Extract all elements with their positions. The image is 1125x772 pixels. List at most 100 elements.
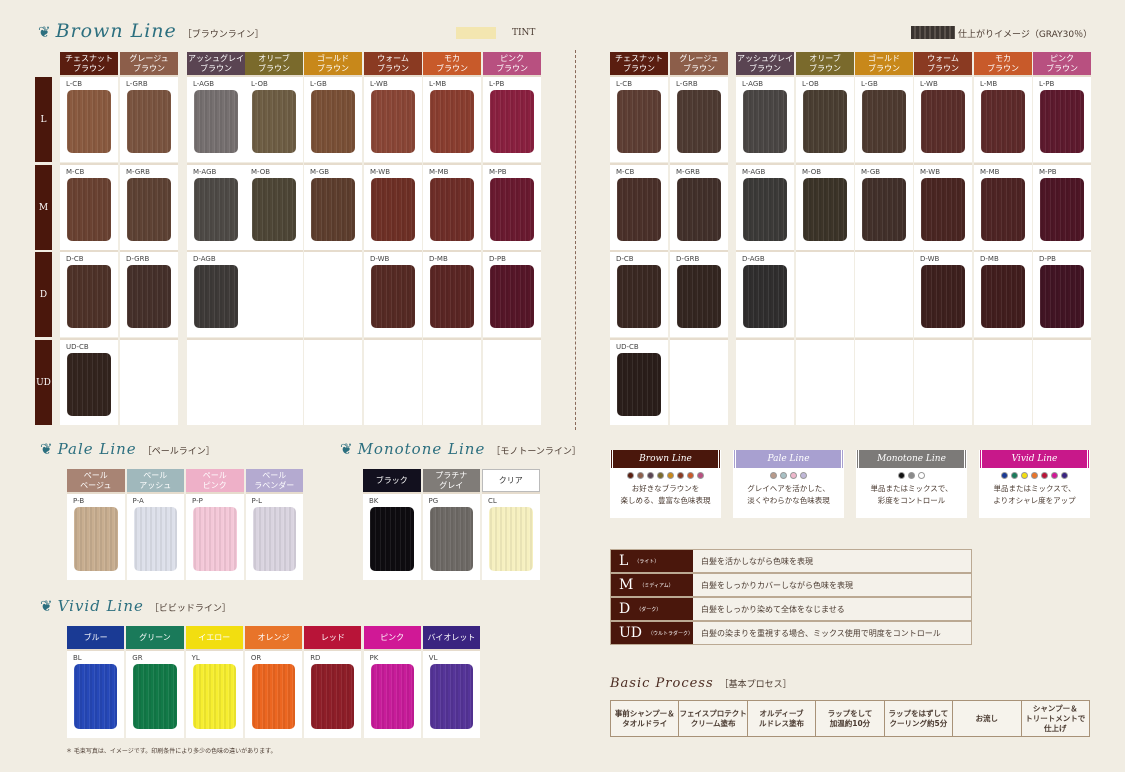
- swatch-code: M-AGB: [742, 168, 766, 176]
- hair-swatch: [862, 90, 906, 153]
- column-header: ゴールド ブラウン: [855, 52, 913, 75]
- swatch-cell: L-GB: [855, 75, 913, 162]
- hair-swatch: [194, 178, 238, 241]
- column-header: オリーブ ブラウン: [245, 52, 303, 75]
- color-dot: [697, 472, 704, 479]
- line-card: Pale Line グレイヘアを活かした、 淡くやわらかな色味表現: [733, 450, 844, 518]
- hair-swatch: [430, 178, 474, 241]
- hair-swatch: [133, 664, 177, 729]
- row-label-L: L: [35, 77, 52, 162]
- color-dot: [687, 472, 694, 479]
- swatch-code: M-MB: [429, 168, 449, 176]
- level-description: 白髪をしっかり染めて全体をなじませる: [701, 604, 845, 614]
- column-header: ペール ベージュ: [67, 469, 125, 492]
- hair-swatch: [67, 265, 111, 328]
- swatch-cell: P-A: [126, 492, 184, 580]
- monotone-line-title: ❦ Monotone Line ［モノトーンライン］: [340, 440, 581, 458]
- swatch-cell: [483, 338, 541, 425]
- swatch-cell: CL: [482, 492, 540, 580]
- level-key: D （ダーク）: [611, 598, 693, 620]
- color-dot: [677, 472, 684, 479]
- color-dots: [733, 472, 844, 479]
- column-header: チェスナット ブラウン: [60, 52, 118, 75]
- hair-swatch: [74, 507, 118, 571]
- hair-swatch: [67, 353, 111, 416]
- hair-swatch: [74, 664, 118, 729]
- gray-swatch: [911, 26, 955, 39]
- swatch-cell: L-CB: [610, 75, 668, 162]
- hair-swatch: [921, 90, 965, 153]
- gray-label: 仕上がりイメージ（GRAY30％）: [958, 30, 1093, 40]
- swatch-code: L-MB: [429, 80, 447, 88]
- subtitle: ［モノトーンライン］: [491, 447, 581, 457]
- level-letter: D: [619, 601, 631, 617]
- column-header: ペール アッシュ: [126, 469, 184, 492]
- swatch-cell: D-WB: [914, 250, 972, 337]
- process-step: オルディーブ ルドレス塗布: [748, 701, 817, 736]
- column-header: モカ ブラウン: [423, 52, 481, 75]
- swatch-code: M-OB: [802, 168, 822, 176]
- swatch-code: OR: [250, 654, 262, 662]
- hair-swatch: [252, 178, 296, 241]
- column-header: チェスナット ブラウン: [610, 52, 668, 75]
- hair-swatch: [803, 90, 847, 153]
- color-dot: [908, 472, 915, 479]
- column-header: ブルー: [67, 626, 125, 649]
- swatch-cell: M-WB: [364, 163, 422, 250]
- hair-swatch: [252, 90, 296, 153]
- leaf-icon: ❦: [340, 440, 354, 458]
- hair-swatch: [194, 265, 238, 328]
- swatch-cell: [670, 338, 728, 425]
- swatch-cell: P-B: [67, 492, 125, 580]
- swatch-cell: L-GRB: [120, 75, 178, 162]
- hair-swatch: [127, 265, 171, 328]
- column-header: ピンク ブラウン: [483, 52, 541, 75]
- swatch-cell: D-GRB: [670, 250, 728, 337]
- swatch-code: L-GB: [861, 80, 878, 88]
- swatch-cell: L-OB: [245, 75, 303, 162]
- process-step: フェイスプロテクト クリーム塗布: [679, 701, 748, 736]
- hair-swatch: [677, 178, 721, 241]
- swatch-code: D-GRB: [676, 255, 700, 263]
- level-reading: （ウルトラダーク）: [648, 630, 694, 637]
- level-key: M （ミディアム）: [611, 574, 693, 596]
- swatch-cell: [187, 338, 245, 425]
- hair-swatch: [490, 265, 534, 328]
- swatch-code: VL: [428, 654, 438, 662]
- swatch-cell: M-AGB: [187, 163, 245, 250]
- card-title: Vivid Line: [979, 450, 1090, 468]
- swatch-code: UD-CB: [66, 343, 89, 351]
- hair-swatch: [429, 507, 473, 571]
- swatch-cell: D-MB: [974, 250, 1032, 337]
- swatch-cell: [423, 338, 481, 425]
- swatch-cell: OR: [244, 649, 303, 738]
- color-dot: [1011, 472, 1018, 479]
- column-header: オリーブ ブラウン: [796, 52, 854, 75]
- color-dot: [770, 472, 777, 479]
- vivid-line-title: ❦ Vivid Line ［ビビッドライン］: [40, 597, 231, 615]
- leaf-icon: ❦: [40, 597, 54, 615]
- swatch-code: P-P: [192, 497, 203, 505]
- hair-swatch: [371, 178, 415, 241]
- subtitle: ［基本プロセス］: [719, 680, 792, 690]
- column-header: ペール ラベンダー: [245, 469, 303, 492]
- swatch-cell: PG: [422, 492, 480, 580]
- level-key: L （ライト）: [611, 550, 693, 572]
- hair-swatch: [192, 664, 236, 729]
- process-step: 事前シャンプー＆ タオルドライ: [611, 701, 680, 736]
- swatch-cell: PK: [363, 649, 421, 738]
- swatch-cell: D-WB: [364, 250, 422, 337]
- swatch-code: L-WB: [920, 80, 938, 88]
- swatch-code: L-AGB: [193, 80, 215, 88]
- column-header: ピンク: [363, 626, 421, 649]
- title-text: Brown Line: [55, 20, 177, 42]
- swatch-cell: L-MB: [423, 75, 481, 162]
- swatch-code: M-PB: [1039, 168, 1057, 176]
- swatch-code: UD-CB: [616, 343, 639, 351]
- swatch-cell: [855, 338, 913, 425]
- swatch-cell: [304, 338, 362, 425]
- column-header: クリア: [482, 469, 540, 492]
- swatch-cell: [796, 250, 854, 337]
- hair-swatch: [490, 90, 534, 153]
- swatch-cell: L-AGB: [736, 75, 794, 162]
